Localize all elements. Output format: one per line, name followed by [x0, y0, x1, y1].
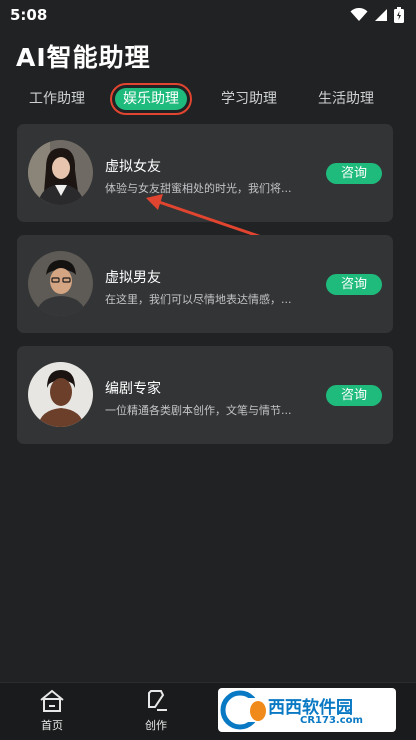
- nav-create[interactable]: 创作: [126, 689, 186, 733]
- consult-button[interactable]: 咨询: [326, 274, 382, 295]
- assistant-name: 虚拟女友: [105, 159, 161, 175]
- nav-home[interactable]: 首页: [22, 689, 82, 733]
- avatar-virtual-boyfriend: [28, 251, 93, 316]
- avatar-screenwriter: [28, 362, 93, 427]
- status-time: 5:08: [10, 6, 48, 24]
- assistant-description: 一位精通各类剧本创作，文笔与情节...: [105, 404, 292, 417]
- wifi-icon: [350, 8, 368, 21]
- assistant-card-virtual-boyfriend[interactable]: 虚拟男友 在这里，我们可以尽情地表达情感，... 咨询: [17, 235, 393, 333]
- watermark-domain: CR173.com: [300, 715, 363, 726]
- assistant-description: 在这里，我们可以尽情地表达情感，...: [105, 293, 292, 306]
- create-icon: [148, 690, 167, 711]
- avatar-virtual-girlfriend: [28, 140, 93, 205]
- category-tabs: 工作助理 娱乐助理 学习助理 生活助理: [0, 82, 416, 116]
- signal-icon: [375, 9, 387, 21]
- tab-study[interactable]: 学习助理: [221, 88, 277, 110]
- assistant-name: 虚拟男友: [105, 270, 161, 286]
- tab-life[interactable]: 生活助理: [318, 88, 374, 110]
- watermark-logo: 西西软件园 CR173.com: [218, 688, 396, 732]
- battery-icon: [394, 7, 404, 23]
- page-title: AI智能助理: [16, 43, 151, 72]
- tab-work[interactable]: 工作助理: [29, 88, 85, 110]
- assistant-card-screenwriter[interactable]: 编剧专家 一位精通各类剧本创作，文笔与情节... 咨询: [17, 346, 393, 444]
- tab-entertainment[interactable]: 娱乐助理: [110, 83, 192, 115]
- assistant-name: 编剧专家: [105, 381, 161, 397]
- nav-create-label: 创作: [145, 719, 167, 732]
- status-icons: [350, 7, 404, 23]
- status-bar: 5:08: [0, 0, 416, 30]
- nav-home-label: 首页: [41, 719, 63, 732]
- consult-button[interactable]: 咨询: [326, 163, 382, 184]
- home-icon: [40, 689, 64, 712]
- consult-button[interactable]: 咨询: [326, 385, 382, 406]
